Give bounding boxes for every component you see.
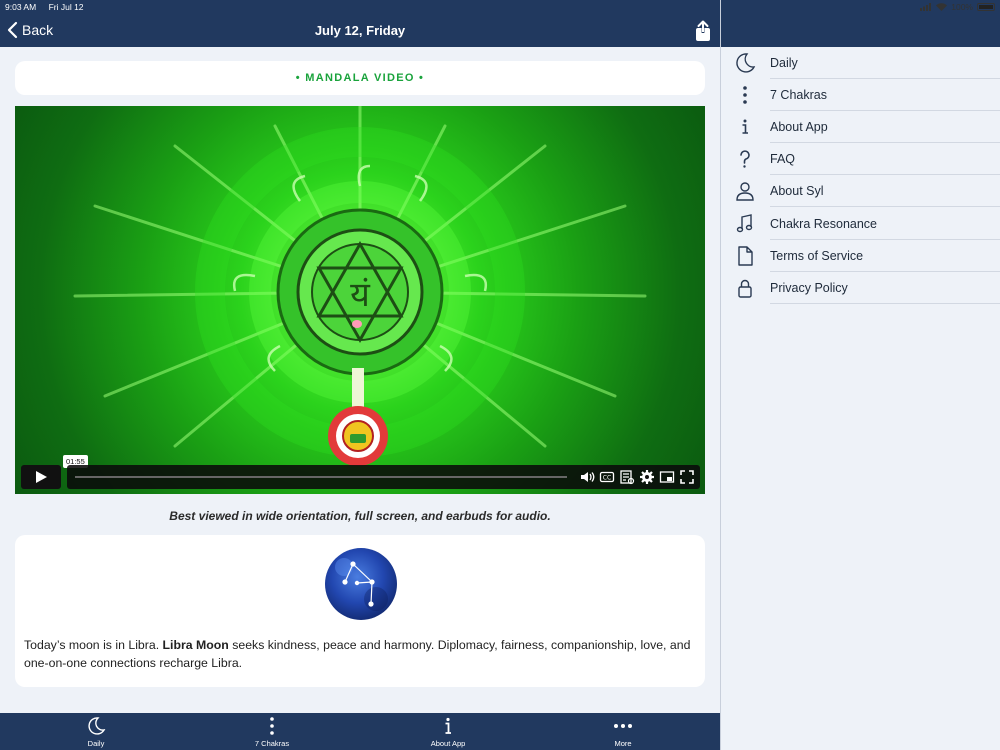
menu-item-terms-of-service[interactable]: Terms of Service [721,240,1000,272]
tab-daily[interactable]: Daily [56,713,136,750]
detail-pane: Back July 12, Friday • MANDALA VIDEO • य… [0,0,720,750]
more-menu-pane: Daily 7 Chakras About App FAQ About Syl [720,0,1000,750]
share-icon[interactable] [694,20,712,42]
menu-item-daily[interactable]: Daily [721,47,1000,79]
pip-icon[interactable] [659,469,675,485]
music-note-icon [736,214,753,233]
dots-vertical-icon [270,717,274,735]
mandala-glyph: यं [350,275,371,315]
moon-card: Today’s moon is in Libra. Libra Moon see… [15,535,705,687]
info-icon [742,119,748,134]
control-bar: CC [67,465,700,489]
document-icon [738,246,753,266]
tab-more[interactable]: More [583,713,663,750]
menu-item-about-syl[interactable]: About Syl [721,175,1000,207]
moon-icon [88,717,106,735]
transcript-icon[interactable] [619,469,635,485]
status-bar: 9:03 AM Fri Jul 12 100% [0,0,1000,13]
tab-about-app[interactable]: About App [408,713,488,750]
menu-item-about-app[interactable]: About App [721,111,1000,143]
section-header-card: • MANDALA VIDEO • [15,61,705,95]
volume-icon[interactable] [579,469,595,485]
video-player[interactable]: यं 01:55 CC [15,106,705,494]
svg-text:CC: CC [603,475,611,482]
tab-bar: Daily 7 Chakras About App More [0,713,720,750]
cc-icon[interactable]: CC [599,469,615,485]
page-title: July 12, Friday [314,23,406,38]
menu-item-faq[interactable]: FAQ [721,143,1000,175]
wifi-icon [936,3,948,11]
question-icon [740,150,750,168]
moon-icon [736,53,756,73]
section-title: • MANDALA VIDEO • [295,72,425,84]
battery-icon [977,3,995,11]
menu-item-privacy-policy[interactable]: Privacy Policy [721,272,1000,304]
play-button[interactable] [21,465,61,489]
tab-7-chakras[interactable]: 7 Chakras [232,713,312,750]
video-controls: CC [21,465,700,489]
signal-icon [920,3,932,11]
menu-item-chakra-resonance[interactable]: Chakra Resonance [721,208,1000,240]
more-icon [614,724,632,728]
status-date: Fri Jul 12 [48,2,84,12]
lock-icon [738,279,752,298]
fullscreen-icon[interactable] [679,469,695,485]
progress-track[interactable] [75,476,567,478]
info-icon [445,717,451,734]
play-icon [36,471,47,483]
moon-sign-highlight: Libra Moon [162,638,229,652]
person-icon [736,182,754,201]
settings-icon[interactable] [639,469,655,485]
status-time: 9:03 AM [5,2,37,12]
dots-vertical-icon [743,86,747,104]
menu-item-7-chakras[interactable]: 7 Chakras [721,79,1000,111]
moon-description: Today’s moon is in Libra. Libra Moon see… [24,638,691,670]
libra-constellation-image [325,548,397,620]
video-caption: Best viewed in wide orientation, full sc… [169,509,551,523]
mandala-image: यं [73,106,647,466]
battery-percent: 100% [951,2,973,12]
